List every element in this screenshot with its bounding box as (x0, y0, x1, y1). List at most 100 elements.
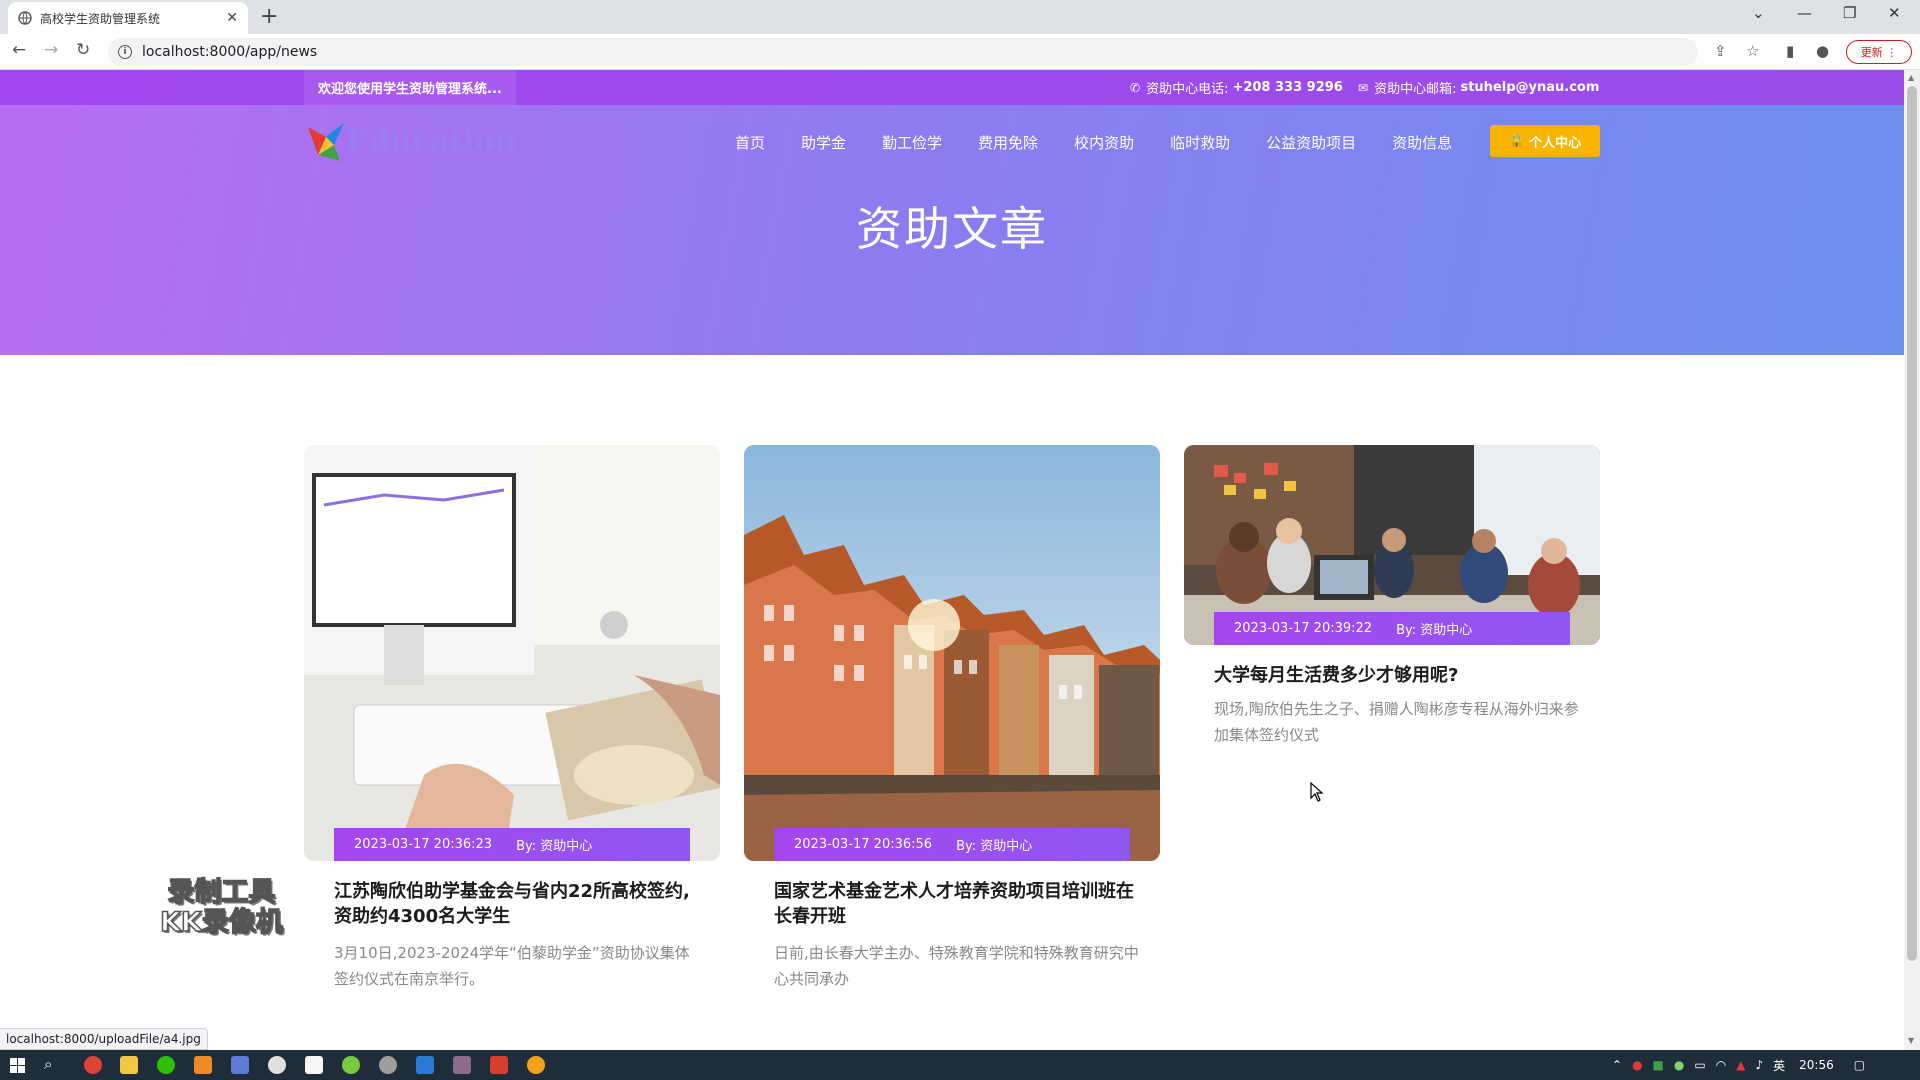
scroll-up-icon[interactable]: ▲ (1908, 73, 1914, 82)
gear-app-icon[interactable] (379, 1056, 397, 1074)
article-title[interactable]: 江苏陶欣伯助学基金会与省内22所高校签约,资助约4300名大学生 (334, 879, 704, 929)
article-card[interactable]: 2023-03-17 20:39:22 By: 资助中心 大学每月生活费多少才够… (1184, 445, 1600, 765)
file-explorer-icon[interactable] (120, 1056, 138, 1074)
article-summary: 日前,由长春大学主办、特殊教育学院和特殊教育研究中心共同承办 (774, 944, 1139, 988)
tray-battery-icon[interactable]: ▭ (1694, 1058, 1705, 1072)
site-logo[interactable]: Education (304, 119, 516, 163)
nav-emergency-aid[interactable]: 临时救助 (1170, 132, 1230, 153)
article-date: 2023-03-17 20:36:23 (354, 837, 493, 852)
nav-grant[interactable]: 助学金 (801, 132, 846, 153)
reload-icon[interactable]: ↻ (76, 40, 90, 60)
page-header: Education 首页 助学金 勤工俭学 费用免除 校内资助 临时救助 公益资… (0, 105, 1904, 355)
browser-tab[interactable]: 高校学生资助管理系统 ✕ (8, 2, 248, 34)
tray-clock[interactable]: 20:56 (1799, 1058, 1834, 1072)
recorder-watermark: 录制工具 KK录像机 (159, 877, 283, 939)
user-center-button[interactable]: 🔒 个人中心 (1490, 125, 1600, 157)
email-address: stuhelp@ynau.com (1460, 80, 1600, 95)
profile-icon[interactable]: ● (1816, 42, 1829, 60)
article-author: By: 资助中心 (1396, 623, 1473, 638)
notification-icon[interactable]: ▢ (1854, 1058, 1865, 1072)
mouse-cursor-icon (1310, 782, 1324, 802)
windows-start-icon[interactable] (10, 1058, 25, 1073)
close-window-icon[interactable]: ✕ (1888, 4, 1901, 22)
tab-search-icon[interactable]: ⌄ (1752, 4, 1765, 22)
watermark-line-2: KK录像机 (159, 907, 283, 939)
article-image[interactable] (304, 445, 720, 861)
page-scrollbar[interactable]: ▲ ▼ (1904, 70, 1920, 1050)
bookmark-star-icon[interactable]: ☆ (1746, 42, 1759, 60)
tray-wechat-icon[interactable]: ● (1674, 1058, 1684, 1072)
logo-mark-icon (308, 123, 344, 161)
article-author: By: 资助中心 (956, 839, 1033, 854)
globe-icon (18, 11, 32, 25)
wechat-icon[interactable] (157, 1056, 175, 1074)
update-label: 更新 (1860, 46, 1883, 59)
article-author: By: 资助中心 (516, 839, 593, 854)
nav-fee-waiver[interactable]: 费用免除 (978, 132, 1038, 153)
system-tray: ⌃ ● ■ ● ▭ ◠ ▲ ♪ 英 20:56 ▢ (1612, 1050, 1865, 1080)
notepad-icon[interactable] (305, 1056, 323, 1074)
phone-label: 资助中心电话: (1146, 82, 1229, 97)
tray-network-icon[interactable]: ◠ (1716, 1058, 1726, 1072)
url-field[interactable]: i localhost:8000/app/news (108, 38, 1698, 66)
nav-work-study[interactable]: 勤工俭学 (882, 132, 942, 153)
nav-aid-info[interactable]: 资助信息 (1392, 132, 1452, 153)
article-meta: 2023-03-17 20:36:23 By: 资助中心 (334, 828, 690, 861)
article-summary: 3月10日,2023-2024学年“伯藜助学金”资助协议集体签约仪式在南京举行。 (334, 944, 690, 988)
email-label: 资助中心邮箱: (1374, 82, 1457, 97)
minimize-icon[interactable]: — (1797, 4, 1812, 22)
green-app-icon[interactable] (342, 1056, 360, 1074)
tray-volume-icon[interactable]: ♪ (1755, 1058, 1763, 1072)
nav-home[interactable]: 首页 (735, 132, 765, 153)
mail-icon: ✉ (1358, 80, 1369, 95)
nav-campus-aid[interactable]: 校内资助 (1074, 132, 1134, 153)
article-summary: 现场,陶欣伯先生之子、捐赠人陶彬彦专程从海外归来参加集体签约仪式 (1214, 700, 1579, 744)
back-icon[interactable]: ← (12, 40, 26, 60)
site-info-icon[interactable]: i (118, 45, 132, 59)
photos-icon[interactable] (231, 1056, 249, 1074)
phone-icon: ✆ (1130, 80, 1141, 95)
article-card[interactable]: 2023-03-17 20:36:23 By: 资助中心 江苏陶欣伯助学基金会与… (304, 445, 720, 988)
side-panel-icon[interactable]: ▮ (1786, 42, 1794, 60)
phone-number: +208 333 9296 (1232, 80, 1343, 95)
tab-title: 高校学生资助管理系统 (40, 11, 161, 26)
scrollbar-thumb[interactable] (1907, 86, 1917, 961)
search-icon[interactable]: ⌕ (44, 1055, 52, 1073)
settings-icon[interactable] (268, 1056, 286, 1074)
address-toolbar: ← → ↻ i localhost:8000/app/news ⇪ ☆ ▮ ● … (0, 34, 1920, 70)
wps-icon[interactable] (490, 1056, 508, 1074)
close-tab-icon[interactable]: ✕ (226, 10, 238, 26)
restore-icon[interactable]: ❐ (1843, 4, 1856, 22)
page-viewport: 欢迎您使用学生资助管理系统... ✆ 资助中心电话: +208 333 9296… (0, 70, 1904, 1050)
nav-charity-projects[interactable]: 公益资助项目 (1266, 132, 1356, 153)
article-meta: 2023-03-17 20:39:22 By: 资助中心 (1214, 612, 1570, 645)
share-icon[interactable]: ⇪ (1714, 42, 1727, 60)
page-title: 资助文章 (856, 202, 1048, 256)
tray-antivirus-icon[interactable]: ● (1632, 1058, 1642, 1072)
article-title[interactable]: 大学每月生活费多少才够用呢? (1214, 663, 1584, 688)
email-contact: ✉ 资助中心邮箱: stuhelp@ynau.com (1358, 70, 1599, 105)
article-title[interactable]: 国家艺术基金艺术人才培养资助项目培训班在长春开班 (774, 879, 1144, 929)
url-text: localhost:8000/app/news (142, 44, 318, 60)
article-image[interactable] (744, 445, 1160, 861)
tray-chevron-icon[interactable]: ⌃ (1612, 1058, 1622, 1072)
tray-app-icon[interactable]: ■ (1653, 1058, 1664, 1072)
update-button[interactable]: 更新 ⋮ (1846, 40, 1912, 64)
article-date: 2023-03-17 20:36:56 (794, 837, 933, 852)
vscode-icon[interactable] (416, 1056, 434, 1074)
forward-icon[interactable]: → (44, 40, 58, 60)
tray-ime-label[interactable]: 英 (1773, 1057, 1785, 1074)
new-tab-icon[interactable]: + (260, 4, 278, 29)
recorder-app-icon[interactable] (453, 1056, 471, 1074)
orange-app-icon[interactable] (527, 1056, 545, 1074)
article-date: 2023-03-17 20:39:22 (1234, 621, 1373, 636)
scroll-down-icon[interactable]: ▼ (1908, 1036, 1914, 1045)
chrome-icon[interactable] (84, 1056, 102, 1074)
tray-alert-icon[interactable]: ▲ (1736, 1058, 1745, 1072)
link-status-bubble: localhost:8000/uploadFile/a4.jpg (0, 1028, 208, 1050)
article-card[interactable]: 2023-03-17 20:36:56 By: 资助中心 国家艺术基金艺术人才培… (744, 445, 1160, 988)
watermark-line-1: 录制工具 (167, 877, 276, 909)
windows-taskbar: ⌕ ⌃ ● ■ ● ▭ ◠ ▲ ♪ 英 20:56 ▢ (0, 1050, 1920, 1080)
search-app-icon[interactable] (194, 1056, 212, 1074)
phone-contact: ✆ 资助中心电话: +208 333 9296 (1130, 70, 1343, 105)
